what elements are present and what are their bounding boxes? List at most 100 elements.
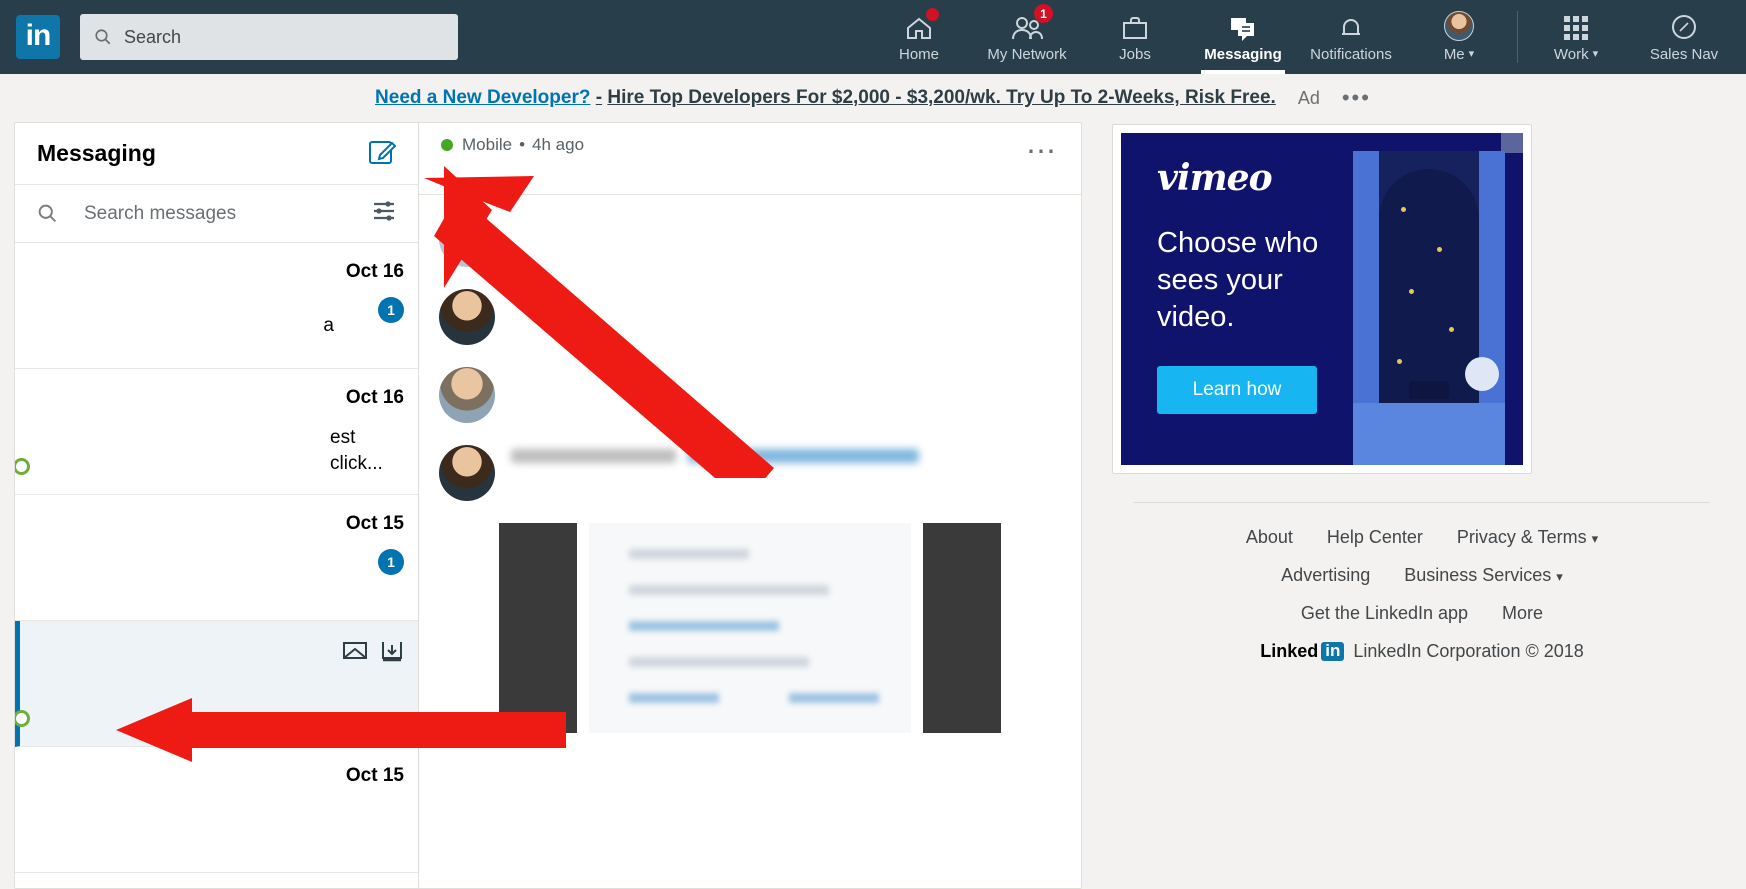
avatar — [439, 445, 495, 501]
message-body — [511, 289, 1061, 345]
nav-item-me[interactable]: Me ▾ — [1405, 0, 1513, 74]
page-title: Messaging — [37, 140, 156, 166]
nav-item-sales-nav[interactable]: Sales Nav — [1630, 0, 1738, 74]
list-item[interactable]: Oct 16 est click... — [15, 369, 418, 495]
message-row — [439, 211, 1061, 267]
footer-copyright: Linked in LinkedIn Corporation © 2018 — [1122, 641, 1722, 662]
footer-link-advertising[interactable]: Advertising — [1281, 565, 1370, 586]
unread-count-badge: 1 — [378, 549, 404, 575]
learn-how-button[interactable]: Learn how — [1157, 366, 1317, 415]
footer-link-get-app[interactable]: Get the LinkedIn app — [1301, 603, 1468, 624]
art-screen — [1409, 381, 1449, 399]
message-list — [419, 195, 1081, 888]
main-content: Messaging Search messages Oct 16 1 a Oct… — [0, 122, 1746, 889]
vimeo-logo: vimeo — [1157, 157, 1273, 199]
message-row — [439, 445, 1061, 501]
footer-link-about[interactable]: About — [1246, 527, 1293, 548]
ad-overflow-dots-icon[interactable]: ••• — [1342, 85, 1371, 111]
copyright-text: LinkedIn Corporation © 2018 — [1353, 641, 1584, 661]
list-item[interactable]: Oct 15 — [15, 747, 418, 873]
compass-icon — [1670, 11, 1698, 41]
thread-participant: Mobile • 4h ago — [441, 135, 1026, 155]
nav-item-home[interactable]: Home — [865, 0, 973, 74]
home-icon — [904, 8, 939, 41]
conversation-date: Oct 15 — [345, 765, 404, 786]
conversation-meta: Oct 15 — [328, 763, 404, 856]
attachment-preview[interactable] — [439, 523, 1061, 733]
conversation-list: Oct 16 1 a Oct 16 est click... Oct 15 1 … — [15, 243, 418, 888]
right-rail: vimeo Choose who sees your video. Learn … — [1112, 122, 1732, 889]
list-item[interactable]: Oct 16 1 a — [15, 243, 418, 369]
message-icon — [1228, 11, 1258, 41]
chevron-down-icon: ▾ — [1592, 48, 1599, 60]
top-navigation-bar: in Search Home 1 My Network Jobs Messagi… — [0, 0, 1746, 74]
ad-separator: - — [595, 87, 603, 108]
ad-headline-link[interactable]: Need a New Developer? — [375, 87, 590, 108]
sponsored-ad-card[interactable]: vimeo Choose who sees your video. Learn … — [1112, 124, 1532, 474]
footer-link-label: Privacy & Terms — [1456, 527, 1587, 547]
nav-item-my-network[interactable]: 1 My Network — [973, 0, 1081, 74]
archive-icon[interactable] — [380, 639, 404, 730]
ad-headline: Choose who sees your video. — [1157, 227, 1319, 334]
search-icon — [95, 29, 111, 45]
me-avatar — [1444, 11, 1474, 41]
compose-pencil-icon[interactable] — [368, 137, 397, 170]
chevron-down-icon: ▾ — [1591, 531, 1599, 546]
footer-link-label: Get the LinkedIn app — [1300, 603, 1469, 623]
nav-label-home: Home — [898, 46, 939, 63]
nav-item-messaging[interactable]: Messaging — [1189, 0, 1297, 74]
message-row — [439, 367, 1061, 423]
list-item-selected[interactable] — [15, 621, 418, 747]
presence-online-indicator — [15, 458, 30, 475]
footer-link-help-center[interactable]: Help Center — [1327, 527, 1423, 548]
search-messages-input[interactable]: Search messages — [84, 203, 372, 225]
list-item[interactable]: Oct 15 1 — [15, 495, 418, 621]
bell-icon — [1338, 11, 1364, 41]
snippet-fragment: a — [323, 315, 334, 336]
message-body — [511, 367, 1061, 423]
footer-link-privacy-terms[interactable]: Privacy & Terms ▾ — [1457, 527, 1598, 548]
footer-link-more[interactable]: More — [1502, 603, 1543, 624]
conversation-meta: Oct 15 1 — [328, 511, 404, 604]
envelope-icon[interactable] — [342, 639, 368, 730]
nav-item-jobs[interactable]: Jobs — [1081, 0, 1189, 74]
footer-row-2: Advertising Business Services ▾ — [1122, 565, 1722, 586]
presence-label: Mobile — [462, 135, 513, 154]
nav-item-work[interactable]: Work ▾ — [1522, 0, 1630, 74]
linkedin-logo-icon[interactable]: in — [16, 15, 60, 59]
overflow-dots-icon[interactable]: ⋯ — [1026, 135, 1059, 167]
chevron-down-icon: ▾ — [1468, 48, 1475, 60]
conversation-date: Oct 16 — [345, 261, 404, 282]
thread-header: Mobile • 4h ago ⋯ — [419, 123, 1081, 195]
filter-sliders-icon[interactable] — [372, 200, 396, 227]
conversation-preview — [45, 385, 328, 478]
chevron-down-icon: ▾ — [1556, 569, 1563, 584]
conversation-date: Oct 15 — [345, 513, 404, 534]
linkedin-logo-icon: in — [1321, 641, 1345, 662]
nav-label-notifications: Notifications — [1310, 46, 1392, 63]
message-thread-column: Mobile • 4h ago ⋯ — [419, 123, 1081, 888]
avatar — [439, 211, 495, 267]
ad-label: Ad — [1297, 87, 1320, 108]
top-ad-banner: Need a New Developer? - Hire Top Develop… — [0, 74, 1746, 122]
participant-status: Mobile • 4h ago — [441, 135, 1026, 155]
grid-icon — [1563, 11, 1589, 41]
linkedin-wordmark: Linked in — [1260, 641, 1345, 662]
art-moon — [1465, 357, 1499, 391]
conversation-preview — [45, 637, 342, 730]
message-search-row[interactable]: Search messages — [15, 185, 418, 243]
footer-link-label: More — [1502, 603, 1544, 623]
nav-item-notifications[interactable]: Notifications — [1297, 0, 1405, 74]
nav-items: Home 1 My Network Jobs Messaging Notific… — [865, 0, 1738, 74]
conversation-date: Oct 16 — [345, 387, 404, 408]
close-icon[interactable] — [1501, 133, 1523, 153]
footer-link-business-services[interactable]: Business Services ▾ — [1404, 565, 1563, 586]
nav-label-work: Work ▾ — [1554, 46, 1598, 63]
message-link-redacted[interactable] — [688, 449, 920, 463]
footer-link-label: Advertising — [1281, 565, 1371, 585]
last-active-timestamp: 4h ago — [532, 135, 585, 154]
ad-banner-text[interactable]: Need a New Developer? - Hire Top Develop… — [375, 87, 1276, 109]
global-search-input[interactable]: Search — [80, 14, 458, 60]
ad-copy: vimeo Choose who sees your video. Learn … — [1121, 133, 1353, 465]
attachment-document-preview — [589, 523, 911, 733]
